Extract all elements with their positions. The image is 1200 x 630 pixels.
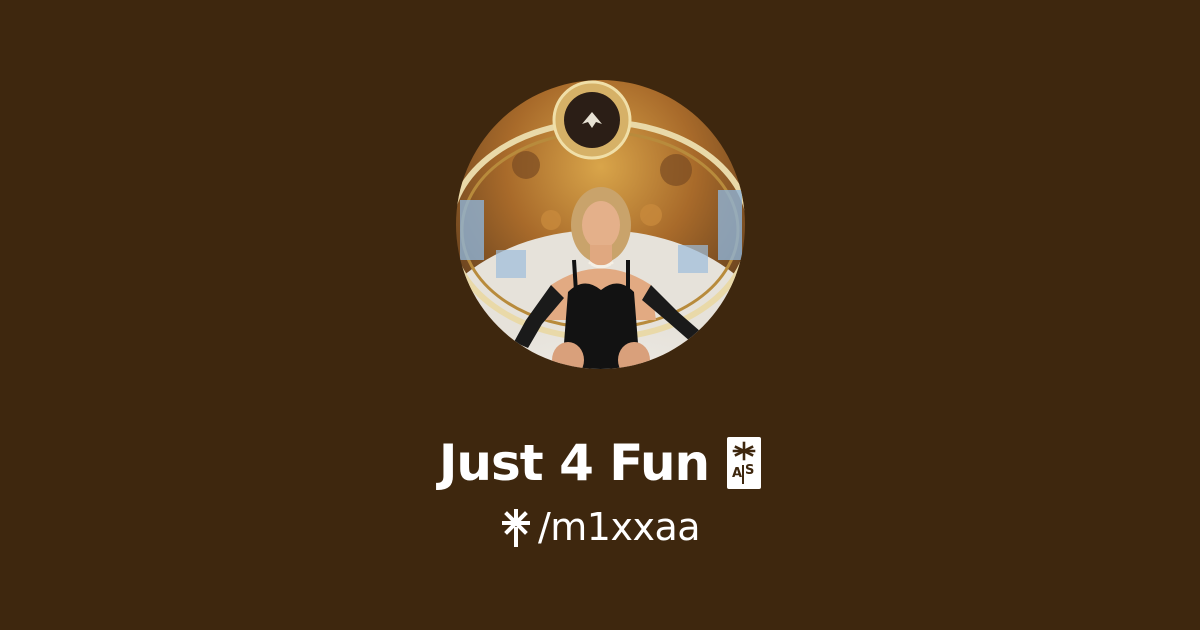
linktree-asterisk-glyph-icon: A S [727,437,762,489]
profile-handle-row[interactable]: /m1xxaa [0,502,1200,552]
svg-text:S: S [745,463,754,478]
linktree-logo-icon [501,509,530,547]
profile-share-card: Just 4 Fun A S /m1xxaa [0,0,1200,630]
svg-text:A: A [732,466,742,481]
avatar-photo [456,80,745,369]
profile-handle: /m1xxaa [537,505,701,549]
profile-title: Just 4 Fun [438,434,710,492]
avatar [456,80,745,369]
profile-title-row: Just 4 Fun A S [0,428,1200,498]
